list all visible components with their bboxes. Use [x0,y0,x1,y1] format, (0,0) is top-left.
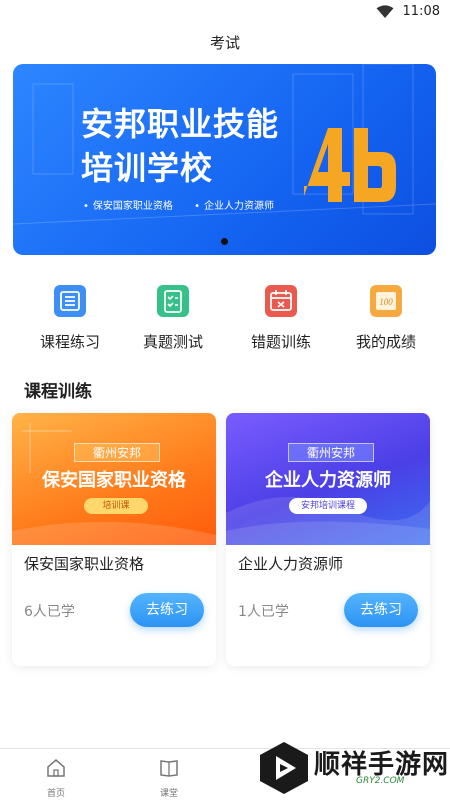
banner-headline-line2: 培训学校 [81,149,214,187]
svg-text:100: 100 [379,297,393,307]
cover-subtitle: 安邦培训课程 [289,498,367,514]
promo-banner[interactable]: 安邦职业技能 培训学校 保安国家职业资格 企业人力资源师 [13,64,436,255]
tab-label: 课堂 [159,789,178,799]
tab-classroom[interactable]: 课堂 [139,757,199,799]
course-card[interactable]: 衢州安邦 保安国家职业资格 培训课 保安国家职业资格 6人已学 去练习 [12,413,216,666]
shortcut-my-scores[interactable]: 100 我的成绩 [336,283,436,352]
calendar-icon [265,285,297,317]
banner-headline-line1: 安邦职业技能 [81,105,280,143]
score-icon: 100 [370,285,402,317]
course-learners: 1人已学 [238,604,289,620]
cover-tag: 衢州安邦 [74,443,160,462]
banner-bullet-1: 保安国家职业资格 [83,201,173,212]
site-watermark: 顺祥手游网 GRY2.COM [256,740,448,798]
banner-headline: 安邦职业技能 培训学校 [81,102,279,190]
banner-bullet-2: 企业人力资源师 [194,201,274,212]
tab-label: 首页 [46,789,65,799]
course-learners: 6人已学 [24,604,75,620]
cover-tag: 衢州安邦 [288,443,374,462]
carousel-indicator[interactable] [221,238,228,245]
shortcut-label: 课程练习 [39,333,100,351]
cover-title: 保安国家职业资格 [42,470,186,491]
checklist-icon [157,285,189,317]
shortcut-grid: 课程练习 真题测试 错题训练 100 我的成绩 [0,283,450,353]
status-time: 11:08 [402,4,440,19]
cover-subtitle: 培训课 [84,498,148,514]
shortcut-wrong-questions[interactable]: 错题训练 [231,283,331,352]
practice-button[interactable]: 去练习 [344,593,418,627]
course-cover: 衢州安邦 企业人力资源师 安邦培训课程 [226,413,430,545]
shortcut-course-practice[interactable]: 课程练习 [20,283,120,352]
watermark-url: GRY2.COM [356,776,405,786]
course-title: 企业人力资源师 [238,555,344,573]
list-icon [54,285,86,317]
course-cover: 衢州安邦 保安国家职业资格 培训课 [12,413,216,545]
section-title: 课程训练 [24,382,92,402]
tab-home[interactable]: 首页 [26,757,86,799]
status-bar: 11:08 [0,0,450,24]
watermark-logo-icon [260,742,308,794]
home-icon [47,759,65,777]
shortcut-label: 错题训练 [250,333,311,351]
page-title: 考试 [209,34,240,52]
course-card[interactable]: 衢州安邦 企业人力资源师 安邦培训课程 企业人力资源师 1人已学 去练习 [226,413,430,666]
school-logo-icon [304,128,396,202]
wifi-icon [376,5,394,18]
shortcut-label: 真题测试 [142,333,203,351]
banner-bullets: 保安国家职业资格 企业人力资源师 [83,197,292,212]
book-icon [160,760,178,777]
shortcut-label: 我的成绩 [355,333,416,351]
course-title: 保安国家职业资格 [24,555,145,573]
cover-title: 企业人力资源师 [265,470,391,491]
practice-button[interactable]: 去练习 [130,593,204,627]
shortcut-exam-test[interactable]: 真题测试 [123,283,223,352]
